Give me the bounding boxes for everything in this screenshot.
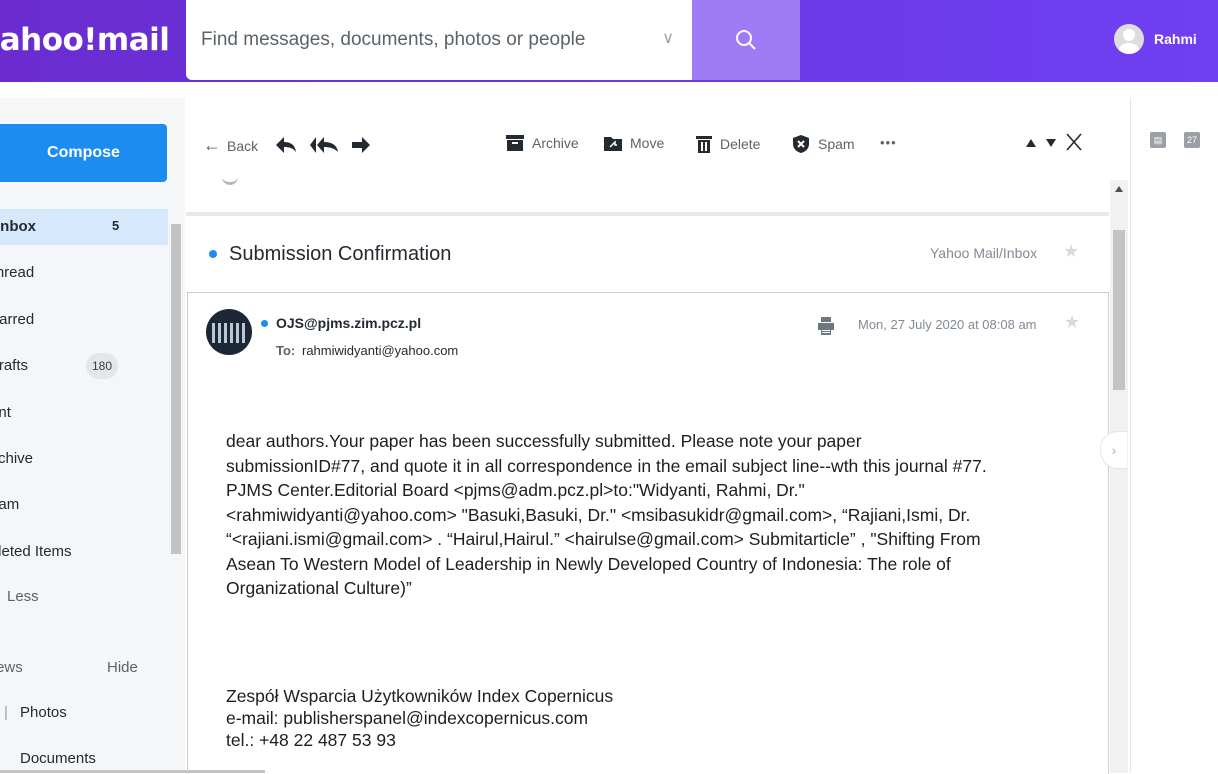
contacts-icon[interactable]: ▤ — [1150, 132, 1166, 148]
sidebar-item-spam[interactable]: Spam — [0, 487, 168, 523]
sidebar-item-starred[interactable]: Starred — [0, 302, 168, 338]
unread-dot-icon — [261, 320, 268, 327]
user-name[interactable]: Rahmi — [1154, 31, 1197, 47]
search-box[interactable]: ∨ — [186, 0, 692, 80]
previous-message-collapsed — [186, 165, 1109, 215]
sidebar-item-deleted-items[interactable]: Deleted Items — [0, 534, 168, 570]
sidebar-item-photos[interactable]: | Photos — [0, 695, 168, 731]
message-date: Mon, 27 July 2020 at 08:08 am — [858, 317, 1037, 332]
previous-message-button[interactable] — [1026, 139, 1036, 147]
message-toolbar: ← Back Archive Move Delete Spam ••• — [186, 125, 1126, 165]
to-label: To: — [276, 343, 296, 358]
drafts-count-badge: 180 — [86, 353, 118, 379]
archive-icon — [506, 135, 524, 151]
sidebar-scroll-thumb[interactable] — [171, 224, 181, 554]
recipient-address[interactable]: rahmiwidyanti@yahoo.com — [302, 343, 458, 358]
message-scroll-thumb[interactable] — [1113, 230, 1125, 390]
user-avatar[interactable] — [1114, 24, 1144, 54]
reply-button[interactable] — [276, 137, 296, 153]
forward-icon — [352, 137, 370, 153]
sidebar-item-archive[interactable]: Archive — [0, 441, 168, 477]
message-scrollbar[interactable] — [1110, 180, 1128, 773]
more-actions-button[interactable]: ••• — [880, 135, 897, 150]
top-bar: yahoo!mail ∨ Rahmi — [0, 0, 1218, 82]
chevron-down-icon[interactable]: ∨ — [662, 28, 674, 48]
trash-icon — [696, 136, 712, 153]
chevron-right-icon: › — [1111, 442, 1117, 458]
move-button[interactable]: Move — [604, 135, 664, 151]
print-button[interactable] — [818, 317, 834, 340]
sidebar-item-less[interactable]: Less — [0, 579, 168, 615]
right-panel: ▤ 27 — [1130, 98, 1218, 773]
unread-dot-icon — [209, 250, 217, 258]
message-signature: Zespół Wsparcia Użytkowników Index Coper… — [226, 686, 614, 750]
expand-panel-button[interactable]: › — [1100, 431, 1127, 469]
compose-button[interactable]: Compose — [0, 124, 167, 182]
sidebar-scrollbar[interactable] — [170, 208, 182, 658]
spam-button[interactable]: Spam — [793, 135, 855, 153]
yahoo-mail-logo[interactable]: yahoo!mail — [0, 22, 180, 62]
thread-subject: Submission Confirmation — [229, 243, 452, 265]
hide-views-link[interactable]: Hide — [107, 659, 138, 676]
move-folder-icon — [604, 137, 622, 151]
sidebar-item-documents[interactable]: Documents — [0, 741, 168, 773]
delete-button[interactable]: Delete — [696, 135, 760, 153]
search-button[interactable] — [692, 0, 800, 80]
back-arrow-icon: ← — [203, 135, 221, 155]
reply-all-icon — [310, 137, 338, 153]
shield-icon — [793, 135, 809, 153]
forward-button[interactable] — [352, 137, 370, 153]
sidebar-item-drafts[interactable]: Drafts 180 — [0, 348, 168, 384]
close-button[interactable] — [1066, 133, 1082, 151]
archive-button[interactable]: Archive — [506, 135, 579, 151]
star-thread-icon[interactable]: ★ — [1063, 241, 1079, 262]
sender-avatar — [206, 309, 252, 355]
close-icon — [1066, 133, 1082, 151]
star-message-icon[interactable]: ★ — [1064, 312, 1080, 333]
printer-icon — [818, 317, 834, 335]
triangle-up-icon — [1026, 139, 1036, 147]
reply-all-button[interactable] — [310, 137, 338, 153]
views-section-header: Views Hide — [0, 659, 138, 676]
search-input[interactable] — [186, 0, 661, 80]
thread-header: Submission Confirmation Yahoo Mail/Inbox… — [186, 224, 1109, 290]
reply-icon — [276, 137, 296, 153]
scroll-up-arrow-icon[interactable] — [1115, 186, 1123, 192]
calendar-icon[interactable]: 27 — [1184, 132, 1200, 148]
sidebar-item-inbox[interactable]: Inbox 5 — [0, 209, 168, 245]
sidebar-item-unread[interactable]: Unread — [0, 255, 168, 291]
sidebar-item-sent[interactable]: Sent — [0, 395, 168, 431]
sidebar: Compose Inbox 5 Unread Starred Drafts 18… — [0, 98, 185, 773]
triangle-down-icon — [1046, 139, 1056, 147]
next-message-button[interactable] — [1046, 139, 1056, 147]
folder-path: Yahoo Mail/Inbox — [930, 245, 1038, 261]
message-card: OJS@pjms.zim.pcz.pl To: rahmiwidyanti@ya… — [187, 292, 1109, 774]
back-button[interactable]: ← Back — [203, 135, 258, 156]
thread-divider — [186, 212, 1109, 216]
sender-address[interactable]: OJS@pjms.zim.pcz.pl — [276, 315, 421, 331]
search-icon — [736, 30, 756, 50]
message-body: dear authors.Your paper has been success… — [226, 431, 987, 598]
